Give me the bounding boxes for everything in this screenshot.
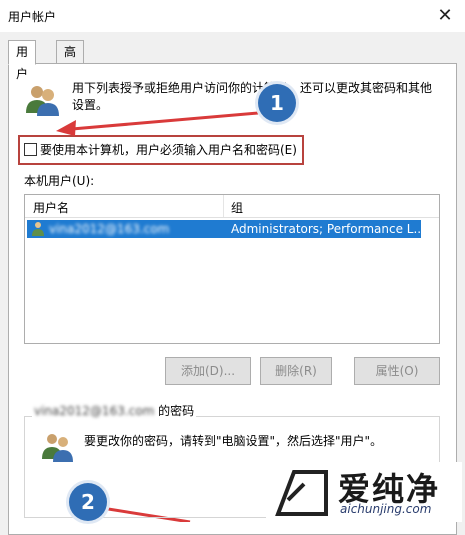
require-password-highlight: 要使用本计算机，用户必须输入用户名和密码(E) — [18, 135, 304, 165]
brand-logo-icon — [275, 470, 328, 516]
local-users-list[interactable]: 用户名 组 vina2012@163.com Administrators; P… — [24, 194, 440, 344]
close-icon[interactable]: ✕ — [435, 5, 455, 26]
password-group-title: vina2012@163.com 的密码 — [32, 402, 197, 419]
local-users-label: 本机用户(U): — [24, 174, 95, 188]
add-button[interactable]: 添加(D)... — [165, 357, 251, 385]
annotation-badge-2: 2 — [69, 483, 107, 521]
properties-button[interactable]: 属性(O) — [354, 357, 440, 385]
password-group-title-suffix: 的密码 — [154, 404, 195, 418]
row-username: vina2012@163.com — [49, 222, 170, 236]
user-icon — [32, 222, 44, 236]
title-bar: 用户帐户 ✕ — [0, 0, 465, 32]
password-group-username: vina2012@163.com — [34, 404, 155, 418]
watermark: 爱纯净 aichunjing.com — [266, 462, 462, 522]
window-title: 用户帐户 — [8, 10, 57, 24]
require-password-checkbox[interactable] — [24, 143, 37, 156]
require-password-label: 要使用本计算机，用户必须输入用户名和密码(E) — [40, 143, 297, 157]
users-icon — [42, 434, 73, 462]
table-row[interactable]: vina2012@163.com Administrators; Perform… — [27, 220, 425, 238]
tab-users[interactable]: 用户 — [8, 40, 37, 81]
tab-advanced[interactable]: 高级 — [56, 40, 85, 81]
column-header-group[interactable]: 组 — [231, 199, 243, 216]
watermark-url: aichunjing.com — [340, 502, 432, 516]
list-header: 用户名 组 — [25, 195, 439, 218]
row-group: Administrators; Performance L... — [231, 222, 425, 236]
password-change-hint: 要更改你的密码，请转到"电脑设置"，然后选择"用户"。 — [84, 434, 383, 448]
intro-text: 用下列表授予或拒绝用户访问你的计算机，还可以更改其密码和其他设置。 — [72, 81, 433, 112]
remove-button[interactable]: 删除(R) — [260, 357, 332, 385]
column-header-username[interactable]: 用户名 — [33, 199, 69, 216]
annotation-badge-1: 1 — [258, 84, 296, 122]
column-divider[interactable] — [223, 195, 224, 217]
users-icon — [26, 86, 59, 116]
